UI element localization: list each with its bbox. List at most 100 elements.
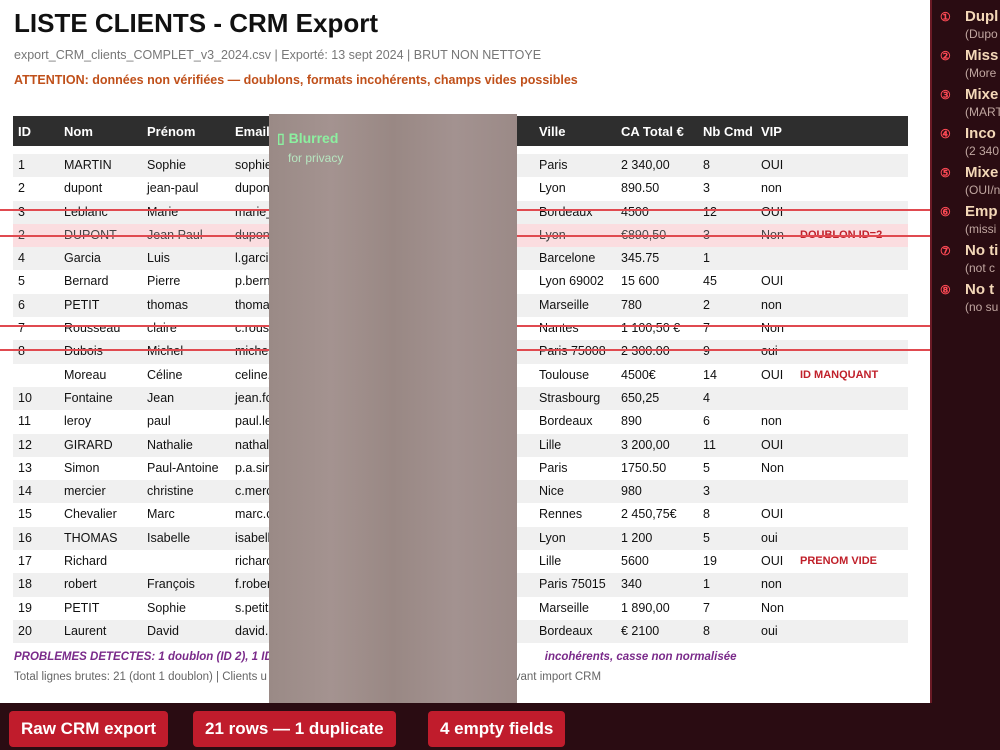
cell-email: c.merc <box>235 484 273 499</box>
cell-ca-total: 345.75 <box>621 251 660 266</box>
empty-fields-badge: 4 empty fields <box>428 711 566 747</box>
cell-vip: OUI <box>761 367 784 382</box>
cell-vip: OUI <box>761 554 784 569</box>
issue-number: ⑤ <box>940 166 951 180</box>
cell-email: marie_ <box>235 204 274 219</box>
cell-id: 11 <box>18 414 31 429</box>
issue-title: Miss <box>965 47 999 64</box>
cell-nb-cmd: 5 <box>703 530 710 545</box>
issue-detail: (missi <box>965 222 997 236</box>
cell-prenom: Sophie <box>147 600 186 615</box>
blur-subtitle: for privacy <box>288 151 344 165</box>
cell-id: 14 <box>18 484 32 499</box>
privacy-blur-overlay: ▯ Blurred for privacy <box>269 114 517 703</box>
cell-ville: Paris <box>539 158 568 172</box>
cell-id: 15 <box>18 507 32 522</box>
cell-email: s.petit <box>235 600 269 615</box>
total-left: Total lignes brutes: 21 (dont 1 doublon)… <box>14 671 267 683</box>
issue-number: ⑧ <box>940 283 951 297</box>
bottom-bar: Raw CRM export 21 rows — 1 duplicate 4 e… <box>0 703 1000 750</box>
cell-email: nathal <box>235 437 270 452</box>
cell-note: PRENOM VIDE <box>800 555 878 568</box>
cell-vip: oui <box>761 530 778 545</box>
cell-nb-cmd: 7 <box>703 321 710 336</box>
cell-nom: Simon <box>64 460 100 475</box>
cell-prenom: Luis <box>147 251 170 266</box>
cell-nb-cmd: 19 <box>703 554 717 569</box>
cell-ca-total: € 2100 <box>621 623 660 638</box>
cell-ca-total: 3 200,00 <box>621 437 670 452</box>
cell-id: 18 <box>18 577 32 592</box>
cell-prenom: Céline <box>147 367 183 382</box>
cell-nb-cmd: 3 <box>703 181 710 196</box>
issue-detail: (no su <box>965 300 999 314</box>
square-icon: ▯ <box>277 130 289 146</box>
cell-email: marc.c <box>235 507 273 522</box>
issue-number: ① <box>940 10 951 24</box>
cell-id: 17 <box>18 554 32 569</box>
issue-number: ⑥ <box>940 205 951 219</box>
cell-id: 16 <box>18 530 32 545</box>
crm-export-document: LISTE CLIENTS - CRM Export export_CRM_cl… <box>0 0 930 703</box>
issue-title: Dupl <box>965 8 999 25</box>
cell-ville: Rennes <box>539 507 583 522</box>
issue-title: Inco <box>965 125 996 142</box>
header-email: Email <box>235 124 270 139</box>
cell-nom: Moreau <box>64 367 107 382</box>
cell-email: dupon <box>235 181 270 196</box>
cell-email: celine. <box>235 367 272 382</box>
cell-prenom: jean-paul <box>147 181 199 196</box>
cell-vip: oui <box>761 344 778 359</box>
cell-ville: Lyon 69002 <box>539 274 604 289</box>
issue-title: Emp <box>965 203 998 220</box>
cell-nom: dupont <box>64 181 103 196</box>
cell-nom: Fontaine <box>64 390 113 405</box>
cell-vip: OUI <box>761 437 784 452</box>
cell-nb-cmd: 12 <box>703 204 717 219</box>
cell-prenom: Isabelle <box>147 530 191 545</box>
cell-ca-total: 4500€ <box>621 367 656 382</box>
cell-ville: Marseille <box>539 297 590 312</box>
header-vip: VIP <box>761 124 782 139</box>
cell-prenom: Sophie <box>147 158 186 172</box>
cell-nb-cmd: 14 <box>703 367 717 382</box>
cell-ville: Strasbourg <box>539 390 601 405</box>
cell-ca-total: 1 890,00 <box>621 600 670 615</box>
cell-ca-total: 650,25 <box>621 390 660 405</box>
cell-prenom: Michel <box>147 344 184 359</box>
cell-prenom: Paul-Antoine <box>147 460 219 475</box>
cell-nb-cmd: 4 <box>703 390 710 405</box>
cell-nb-cmd: 7 <box>703 600 710 615</box>
cell-id: 6 <box>18 297 25 312</box>
cell-ville: Bordeaux <box>539 414 593 429</box>
warning-text: ATTENTION: données non vérifiées — doubl… <box>14 73 578 87</box>
cell-nb-cmd: 5 <box>703 460 710 475</box>
cell-ville: Lyon <box>539 181 566 196</box>
issue-detail: (More <box>965 66 997 80</box>
cell-nb-cmd: 6 <box>703 414 710 429</box>
cell-nb-cmd: 11 <box>703 437 716 452</box>
cell-vip: non <box>761 414 782 429</box>
cell-prenom: thomas <box>147 297 188 312</box>
cell-ca-total: 1 200 <box>621 530 653 545</box>
cell-email: jean.fc <box>235 390 272 405</box>
header-prenom: Prénom <box>147 124 196 139</box>
cell-ca-total: 1750.50 <box>621 460 667 475</box>
cell-id: 10 <box>18 390 32 405</box>
issue-number: ② <box>940 49 951 63</box>
cell-nom: Richard <box>64 554 108 569</box>
cell-email: paul.le <box>235 414 272 429</box>
cell-ca-total: 780 <box>621 297 642 312</box>
cell-nom: mercier <box>64 484 106 499</box>
cell-prenom: paul <box>147 414 171 429</box>
cell-prenom: Marie <box>147 204 179 219</box>
issue-detail: (2 340 <box>965 144 1000 158</box>
cell-ca-total: 2 340,00 <box>621 158 670 172</box>
cell-id: 19 <box>18 600 32 615</box>
cell-ca-total: 15 600 <box>621 274 660 289</box>
cell-ville: Nice <box>539 484 565 499</box>
cell-nom: Leblanc <box>64 204 108 219</box>
cell-id: 20 <box>18 623 32 638</box>
cell-email: sophie <box>235 158 272 172</box>
cell-nb-cmd: 8 <box>703 623 710 638</box>
